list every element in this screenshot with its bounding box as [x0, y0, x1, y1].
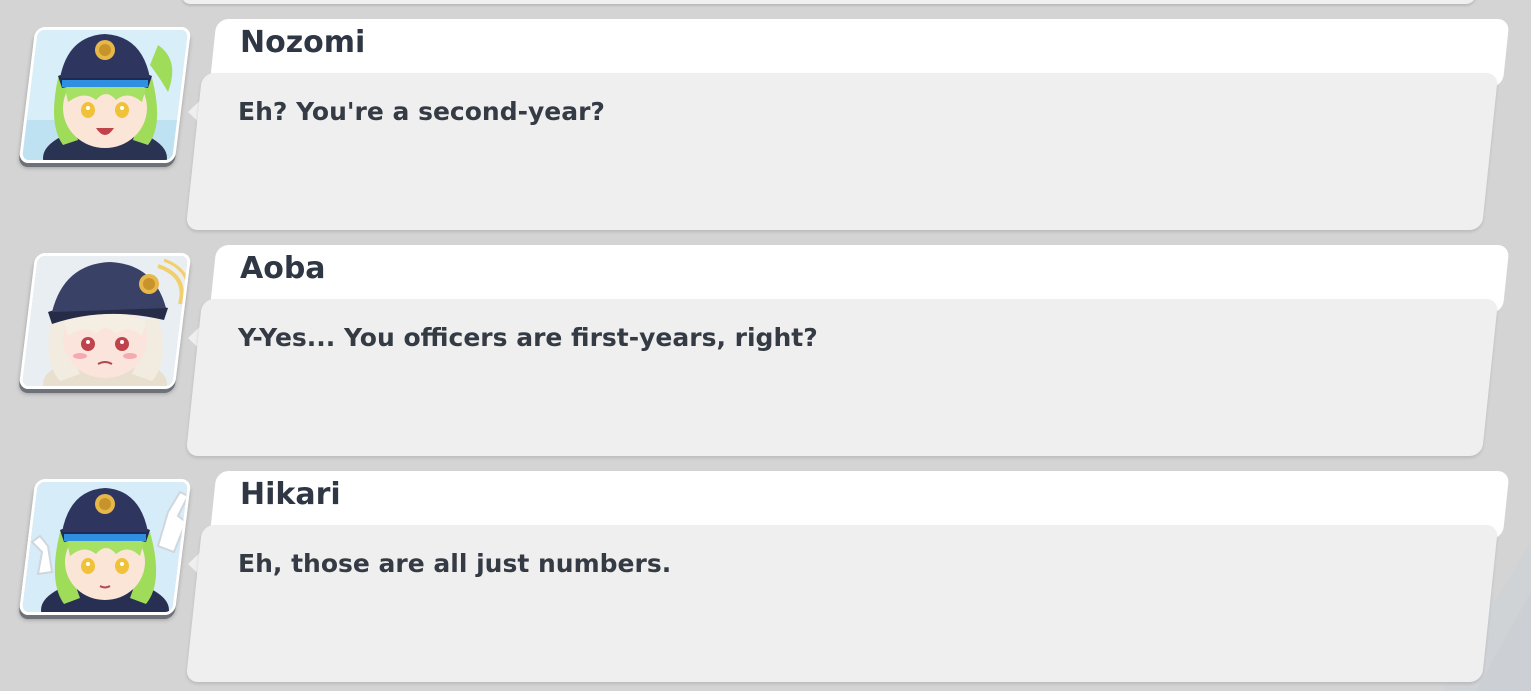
hikari-portrait-icon — [18, 482, 192, 612]
message-text: Eh? You're a second-year? — [238, 97, 605, 126]
speaker-avatar — [18, 27, 192, 163]
dialogue-entry[interactable]: Hikari Eh, those are all just numbers. — [0, 471, 1531, 683]
speaker-avatar — [18, 479, 192, 615]
nozomi-portrait-icon — [18, 30, 192, 160]
speaker-avatar — [18, 253, 192, 389]
dialogue-entry[interactable]: Aoba Y-Yes... You officers are first-yea… — [0, 245, 1531, 457]
speaker-name: Aoba — [240, 251, 326, 286]
aoba-portrait-icon — [18, 256, 192, 386]
dialogue-entry[interactable]: Nozomi Eh? You're a second-year? — [0, 19, 1531, 231]
speaker-name: Nozomi — [240, 25, 366, 60]
previous-message-card — [180, 0, 1481, 4]
speaker-name: Hikari — [240, 477, 341, 512]
message-text: Y-Yes... You officers are first-years, r… — [238, 323, 818, 352]
message-text: Eh, those are all just numbers. — [238, 549, 672, 578]
